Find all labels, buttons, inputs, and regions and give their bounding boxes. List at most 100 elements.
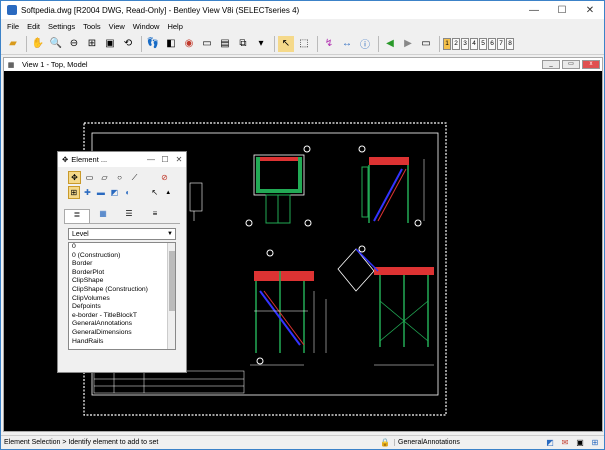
toolbar-separator (378, 35, 379, 52)
view-button-1[interactable]: 1 (443, 37, 451, 50)
shape-select-icon[interactable]: ▱ (98, 171, 111, 184)
select-all-icon[interactable]: ◐ (122, 186, 133, 199)
window-title: Softpedia.dwg [R2004 DWG, Read-Only] - B… (21, 5, 300, 15)
view-button-4[interactable]: 4 (470, 37, 478, 50)
subtract-selection-icon[interactable]: ▬ (95, 186, 106, 199)
close-button[interactable]: ✕ (576, 1, 604, 19)
pan-icon[interactable]: ✋ (30, 36, 46, 52)
history-icon[interactable]: ▭ (418, 36, 434, 52)
clear-selection-icon[interactable]: ⊘ (158, 171, 171, 184)
view-attributes-icon[interactable]: ▭ (199, 36, 215, 52)
menu-file[interactable]: File (7, 22, 19, 31)
maximize-button[interactable]: ☐ (548, 1, 576, 19)
message-center-icon[interactable]: ✉ (559, 438, 571, 448)
list-item[interactable]: HandRails (69, 338, 175, 347)
menu-bar: File Edit Settings Tools View Window Hel… (1, 19, 604, 33)
status-bar: Element Selection > Identify element to … (1, 435, 604, 449)
info-icon[interactable]: ⓘ (357, 36, 373, 52)
expand-panel-icon[interactable]: ▲ (163, 186, 174, 199)
individual-select-icon[interactable]: ✥ (68, 171, 81, 184)
view-button-5[interactable]: 5 (479, 37, 487, 50)
level-list[interactable]: 0 0 (Construction) Border BorderPlot Cli… (68, 242, 176, 350)
status-message: Element Selection > Identify element to … (4, 439, 159, 446)
view-button-2[interactable]: 2 (452, 37, 460, 50)
minimize-button[interactable]: — (520, 1, 548, 19)
list-item[interactable]: e-border - TitleBlockT (69, 312, 175, 321)
view-minimize-button[interactable]: _ (542, 60, 560, 69)
file-open-icon[interactable]: ▰ (5, 36, 21, 52)
distance-icon[interactable]: ↔ (339, 36, 355, 52)
active-level-display[interactable]: GeneralAnnotations (394, 439, 484, 446)
menu-window[interactable]: Window (133, 22, 160, 31)
fence-icon[interactable]: ⬚ (296, 36, 312, 52)
fit-view-icon[interactable]: ⊞ (84, 36, 100, 52)
lock-icon[interactable]: 🔒 (379, 438, 391, 448)
menu-edit[interactable]: Edit (27, 22, 40, 31)
add-selection-icon[interactable]: ✚ (82, 186, 93, 199)
back-icon[interactable]: ◀ (382, 36, 398, 52)
list-item[interactable]: 0 (69, 243, 175, 252)
forward-icon[interactable]: ▶ (400, 36, 416, 52)
element-panel-minimize-button[interactable]: — (144, 155, 158, 164)
level-dropdown[interactable]: Level ▼ (68, 228, 176, 240)
list-item[interactable]: Defpoints (69, 303, 175, 312)
tab-linestyle-icon[interactable]: ☰ (116, 209, 142, 223)
camera-icon[interactable]: ◧ (163, 36, 179, 52)
circle-select-icon[interactable]: ○ (113, 171, 126, 184)
list-item[interactable]: ClipVolumes (69, 295, 175, 304)
tab-weights-icon[interactable]: ≡ (142, 209, 168, 223)
tab-colors-icon[interactable]: ▦ (90, 209, 116, 223)
model-icon[interactable]: ▣ (574, 438, 586, 448)
stair-elevation-drawing (358, 145, 425, 227)
zoom-in-icon[interactable]: 🔍 (48, 36, 64, 52)
view-button-7[interactable]: 7 (497, 37, 505, 50)
level-list-scrollbar[interactable] (167, 243, 175, 349)
list-item[interactable]: BorderPlot (69, 269, 175, 278)
main-toolbar: ▰ ✋ 🔍 ⊖ ⊞ ▣ ⟲ 👣 ◧ ◉ ▭ ▤ ⧉ ▾ ↖ ⬚ ↯ ↔ ⓘ ◀ … (1, 33, 604, 55)
element-panel-close-button[interactable]: ✕ (172, 155, 186, 164)
tab-levels-icon[interactable]: ≣ (64, 209, 90, 223)
menu-tools[interactable]: Tools (83, 22, 101, 31)
scrollbar-thumb[interactable] (169, 251, 175, 311)
list-item[interactable]: 0 (Construction) (69, 252, 175, 261)
list-item[interactable]: GeneralDimensions (69, 329, 175, 338)
application-window: Softpedia.dwg [R2004 DWG, Read-Only] - B… (0, 0, 605, 450)
dropdown-icon[interactable]: ▾ (253, 36, 269, 52)
element-panel-maximize-button[interactable]: ☐ (158, 155, 172, 164)
toolbar-separator (274, 35, 275, 52)
walk-icon[interactable]: 👣 (145, 36, 161, 52)
list-item[interactable]: ClipShape (Construction) (69, 286, 175, 295)
view-close-button[interactable]: x (582, 60, 600, 69)
snap-icon[interactable]: ◩ (544, 438, 556, 448)
toolbar-separator (439, 35, 440, 52)
element-panel-tabs: ≣ ▦ ☰ ≡ (64, 209, 180, 224)
menu-settings[interactable]: Settings (48, 22, 75, 31)
accudraw-icon[interactable]: ⊞ (589, 438, 601, 448)
list-item[interactable]: ClipShape (69, 277, 175, 286)
block-select-icon[interactable]: ▭ (83, 171, 96, 184)
window-area-icon[interactable]: ▣ (102, 36, 118, 52)
render-icon[interactable]: ◉ (181, 36, 197, 52)
line-select-icon[interactable]: ⟋ (128, 171, 141, 184)
platform-plan-drawing (245, 145, 312, 227)
view-button-3[interactable]: 3 (461, 37, 469, 50)
level-display-icon[interactable]: ▤ (217, 36, 233, 52)
measure-icon[interactable]: ↯ (321, 36, 337, 52)
copy-view-icon[interactable]: ⧉ (235, 36, 251, 52)
view-button-6[interactable]: 6 (488, 37, 496, 50)
view-button-8[interactable]: 8 (506, 37, 514, 50)
invert-selection-icon[interactable]: ◩ (109, 186, 120, 199)
list-item[interactable]: Border (69, 260, 175, 269)
view-restore-button[interactable]: ▭ (562, 60, 580, 69)
menu-view[interactable]: View (109, 22, 125, 31)
list-item[interactable]: GeneralAnnotations (69, 320, 175, 329)
zoom-out-icon[interactable]: ⊖ (66, 36, 82, 52)
new-selection-icon[interactable]: ⊞ (68, 186, 80, 199)
pointer-icon[interactable]: ↖ (149, 186, 160, 199)
selection-tools: ✥ ▭ ▱ ○ ⟋ ⊘ ⊞ ✚ ▬ ◩ ◐ ↖ ▲ (58, 167, 186, 205)
select-icon[interactable]: ↖ (278, 35, 294, 52)
menu-help[interactable]: Help (167, 22, 182, 31)
rotate-view-icon[interactable]: ⟲ (120, 36, 136, 52)
